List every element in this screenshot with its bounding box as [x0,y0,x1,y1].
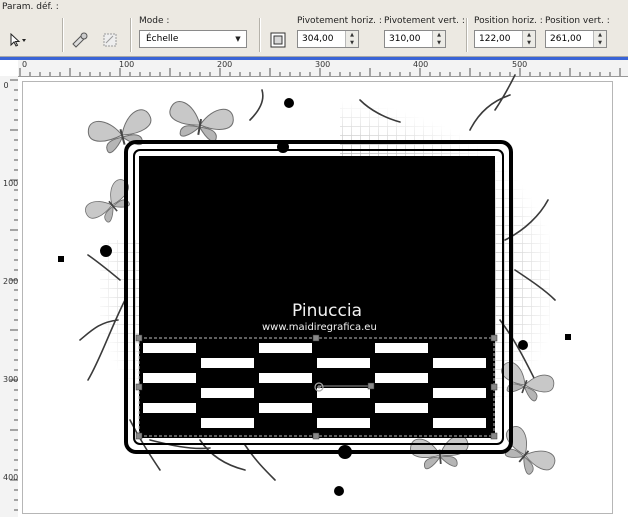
resize-handle[interactable] [135,334,143,342]
watermark-url: www.maidiregrafica.eu [262,322,377,333]
resize-handle[interactable] [490,334,498,342]
rotation-handle[interactable] [367,382,375,390]
canvas-artwork[interactable] [0,0,628,517]
watermark-name: Pinuccia [292,301,362,321]
resize-handle[interactable] [490,432,498,440]
resize-handle[interactable] [312,334,320,342]
resize-handle[interactable] [135,432,143,440]
resize-handle[interactable] [490,383,498,391]
resize-handle[interactable] [135,383,143,391]
resize-handle[interactable] [312,432,320,440]
